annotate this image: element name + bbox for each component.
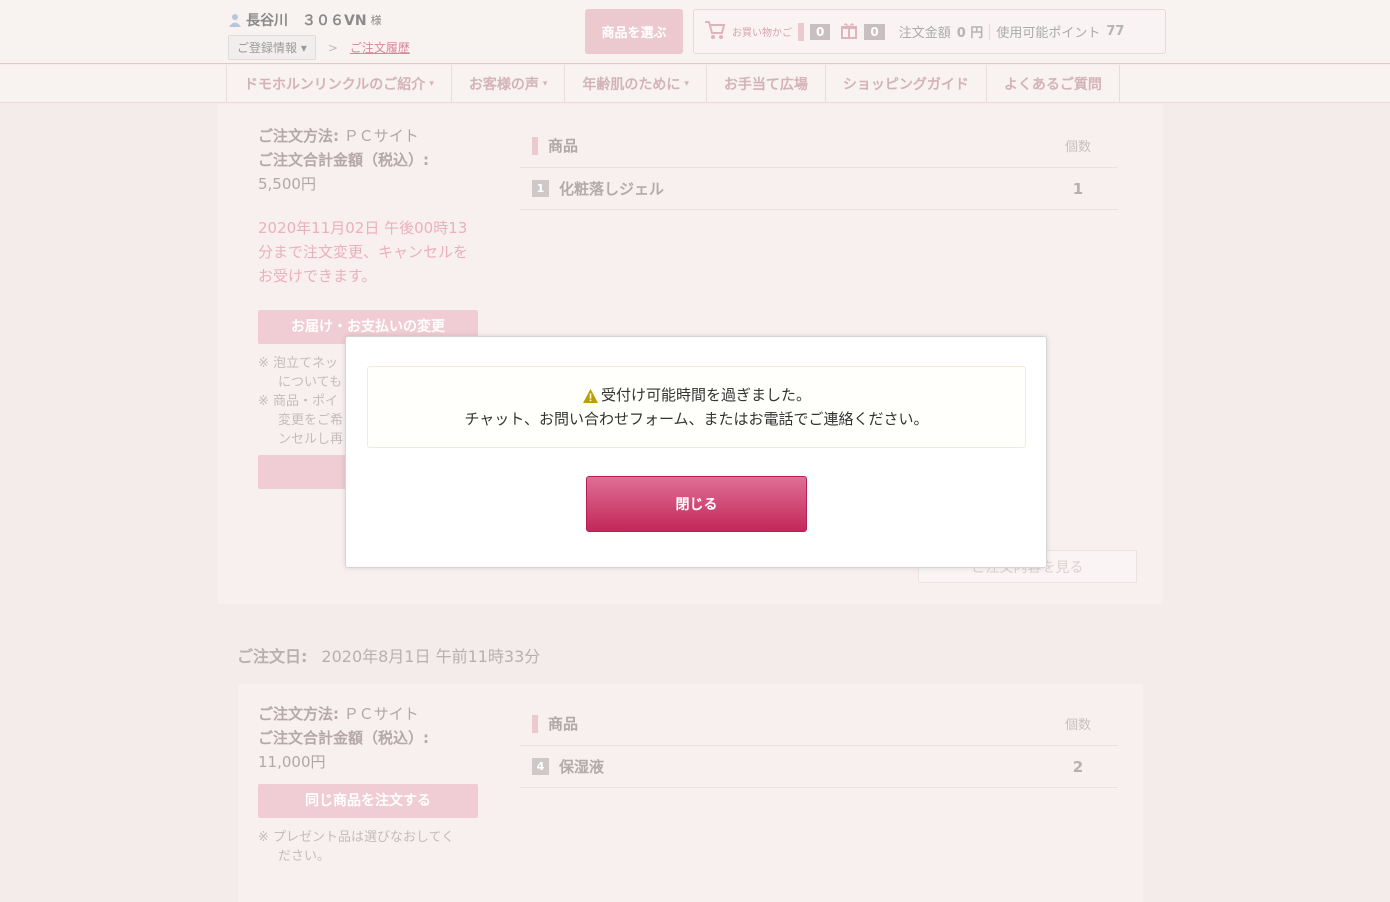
order-date-label: ご注文日: — [237, 647, 308, 666]
cart-marker-icon — [798, 22, 804, 41]
chevron-down-icon: ▾ — [542, 79, 548, 89]
points-value: 77 — [1106, 24, 1125, 39]
reorder-button[interactable]: 同じ商品を注文する — [258, 784, 478, 818]
breadcrumb-separator: > — [327, 40, 338, 55]
section-marker-icon — [532, 136, 538, 155]
order-method-value: ＰＣサイト — [343, 127, 419, 145]
dialog-message: 受付け可能時間を過ぎました。 チャット、お問い合わせフォーム、またはお電話でご連… — [367, 366, 1026, 448]
nav-item-shopping-guide[interactable]: ショッピングガイド — [824, 65, 986, 103]
close-button[interactable]: 閉じる — [586, 476, 807, 532]
nav-item-care-plaza[interactable]: お手当て広場 — [705, 65, 825, 103]
cart-summary[interactable]: お買い物かご 0 0 注文金額 0 円 使用可能ポイント 77 — [693, 9, 1166, 54]
order-items-table: 商品 個数 4 保湿液 2 — [520, 702, 1118, 788]
table-row: 1 化粧落しジェル 1 — [520, 168, 1118, 210]
points-label: 使用可能ポイント — [996, 26, 1101, 41]
nav-item-voices[interactable]: お客様の声 ▾ — [450, 65, 565, 103]
warning-icon — [582, 387, 599, 403]
item-name: 化粧落しジェル — [559, 180, 665, 198]
item-number: 1 — [532, 180, 549, 197]
site-header: 長谷川 ３０６VN 様 ご登録情報 ▾ > ご注文履歴 商品を選ぶ お買い物かご … — [0, 0, 1390, 64]
order-total-value: 11,000円 — [258, 753, 326, 771]
order-summary: ご注文方法: ＰＣサイト ご注文合計金額（税込）: 11,000円 同じ商品を注… — [258, 702, 478, 866]
select-products-button[interactable]: 商品を選ぶ — [585, 9, 683, 54]
order-date: ご注文日: 2020年8月1日 午前11時33分 — [237, 643, 540, 667]
chevron-down-icon: ▾ — [684, 79, 689, 89]
gift-count: 0 — [864, 23, 885, 40]
cart-icon — [704, 20, 726, 44]
order-method-label: ご注文方法: — [258, 705, 339, 723]
order-items-table: 商品 個数 1 化粧落しジェル 1 — [520, 124, 1118, 210]
order-method-value: ＰＣサイト — [343, 705, 419, 723]
note-text: ※ プレゼント品は選びなおしてく — [258, 830, 455, 845]
nav-item-introduction[interactable]: ドモホルンリンクルのご紹介 ▾ — [226, 65, 451, 103]
nav-item-aging-skin[interactable]: 年齢肌のために ▾ — [564, 65, 706, 103]
qty-header: 個数 — [1064, 140, 1091, 155]
user-suffix: 様 — [370, 14, 382, 27]
global-nav: ドモホルンリンクルのご紹介 ▾ お客様の声 ▾ 年齢肌のために ▾ お手当て広場 ショ… — [0, 65, 1390, 103]
cart-count: 0 — [810, 23, 831, 40]
table-row: 4 保湿液 2 — [520, 746, 1118, 788]
chevron-down-icon: ▾ — [429, 79, 434, 89]
registration-info-button[interactable]: ご登録情報 ▾ — [228, 35, 316, 60]
order-deadline-note: 2020年11月02日 午後00時13分まで注文変更、キャンセルをお受けできます… — [258, 219, 469, 285]
order-total-label: ご注文合計金額（税込）: — [258, 729, 429, 747]
item-name: 保湿液 — [559, 758, 605, 776]
user-name: 長谷川 ３０６VN 様 — [228, 10, 410, 30]
qty-header: 個数 — [1064, 718, 1091, 733]
dialog-message-line1: 受付け可能時間を過ぎました。 — [600, 386, 811, 404]
items-header: 商品 — [548, 715, 579, 733]
divider — [989, 23, 991, 40]
user-name-text: 長谷川 ３０６VN — [246, 13, 367, 29]
order-date-value: 2020年8月1日 午前11時33分 — [321, 647, 541, 666]
nav-item-faq[interactable]: よくあるご質問 — [985, 65, 1120, 103]
dialog-message-line2: チャット、お問い合わせフォーム、またはお電話でご連絡ください。 — [464, 410, 929, 428]
order-total-value: 5,500円 — [258, 175, 316, 193]
note-text: ださい。 — [278, 849, 331, 864]
order-history-link[interactable]: ご注文履歴 — [350, 39, 410, 56]
cart-label: お買い物かご — [732, 28, 792, 39]
item-qty: 1 — [1072, 179, 1084, 198]
person-icon — [228, 13, 242, 27]
order-amount-value: 0 円 — [956, 26, 984, 41]
timeout-dialog: 受付け可能時間を過ぎました。 チャット、お問い合わせフォーム、またはお電話でご連… — [345, 336, 1047, 568]
item-qty: 2 — [1072, 757, 1084, 776]
section-marker-icon — [532, 714, 538, 733]
gift-icon — [840, 21, 858, 43]
item-number: 4 — [532, 758, 549, 775]
items-header: 商品 — [548, 137, 579, 155]
order-amount-label: 注文金額 — [898, 26, 951, 41]
order-method-label: ご注文方法: — [258, 127, 339, 145]
user-area: 長谷川 ３０６VN 様 ご登録情報 ▾ > ご注文履歴 — [228, 10, 410, 60]
order-total-label: ご注文合計金額（税込）: — [258, 151, 429, 169]
